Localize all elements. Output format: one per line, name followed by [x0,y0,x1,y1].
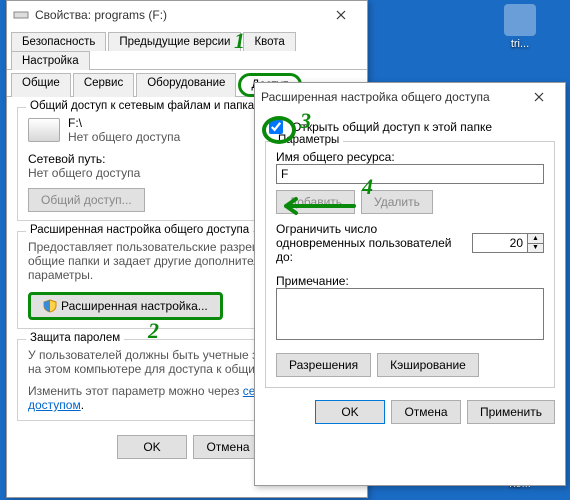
share-name-input[interactable] [276,164,544,184]
limit-label: Ограничить число одновременных пользоват… [276,222,464,264]
cancel-button[interactable]: Отмена [193,435,263,459]
note-textarea[interactable] [276,288,544,340]
properties-titlebar: Свойства: programs (F:) [7,1,367,29]
drive-icon [13,7,29,23]
group-title: Защита паролем [26,332,124,344]
shield-icon [43,299,57,313]
spinner-down-icon[interactable]: ▼ [528,244,543,253]
cancel-button[interactable]: Отмена [391,400,461,424]
advanced-sharing-window: Расширенная настройка общего доступа Отк… [254,82,566,486]
group-title: Расширенная настройка общего доступа [26,224,253,236]
share-name-label: Имя общего ресурса: [276,150,544,164]
ok-button[interactable]: OK [315,400,385,424]
share-button[interactable]: Общий доступ... [28,188,145,212]
close-button[interactable] [321,4,361,26]
window-title: Свойства: programs (F:) [35,8,321,22]
desktop-icon[interactable]: tri... [490,4,550,50]
tab-security[interactable]: Безопасность [11,32,106,51]
tab-previous-versions[interactable]: Предыдущие версии [108,32,241,51]
parameters-fieldset: Параметры Имя общего ресурса: Добавить У… [265,141,555,388]
dialog-buttons: OK Отмена Применить [255,394,565,430]
drive-icon [28,118,60,142]
window-title: Расширенная настройка общего доступа [261,90,519,104]
share-folder-checkbox-input[interactable] [269,120,283,134]
tab-general[interactable]: Общие [11,73,71,97]
user-limit-input[interactable] [472,233,528,253]
tab-hardware[interactable]: Оборудование [136,73,236,97]
share-folder-label: Открыть общий доступ к этой папке [292,120,492,134]
tabs-row1: Безопасность Предыдущие версии Квота Нас… [7,29,367,70]
caching-button[interactable]: Кэширование [377,353,479,377]
drive-label: F:\ [68,116,180,130]
advanced-titlebar: Расширенная настройка общего доступа [255,83,565,111]
permissions-button[interactable]: Разрешения [276,353,371,377]
apply-button[interactable]: Применить [467,400,555,424]
note-label: Примечание: [276,274,544,288]
pw-change-text: Изменить этот параметр можно через [28,384,239,398]
tab-quota[interactable]: Квота [243,32,295,51]
advanced-sharing-button[interactable]: Расширенная настройка... [28,292,223,320]
ok-button[interactable]: OK [117,435,187,459]
user-limit-spinner[interactable]: ▲ ▼ [472,233,544,253]
remove-button[interactable]: Удалить [361,190,433,214]
fieldset-legend: Параметры [274,134,343,146]
tab-tools[interactable]: Сервис [73,73,134,97]
group-title: Общий доступ к сетевым файлам и папкам [26,100,266,112]
add-button[interactable]: Добавить [276,190,355,214]
close-button[interactable] [519,86,559,108]
spinner-up-icon[interactable]: ▲ [528,234,543,244]
drive-status: Нет общего доступа [68,130,180,144]
tab-customize[interactable]: Настройка [11,51,90,70]
